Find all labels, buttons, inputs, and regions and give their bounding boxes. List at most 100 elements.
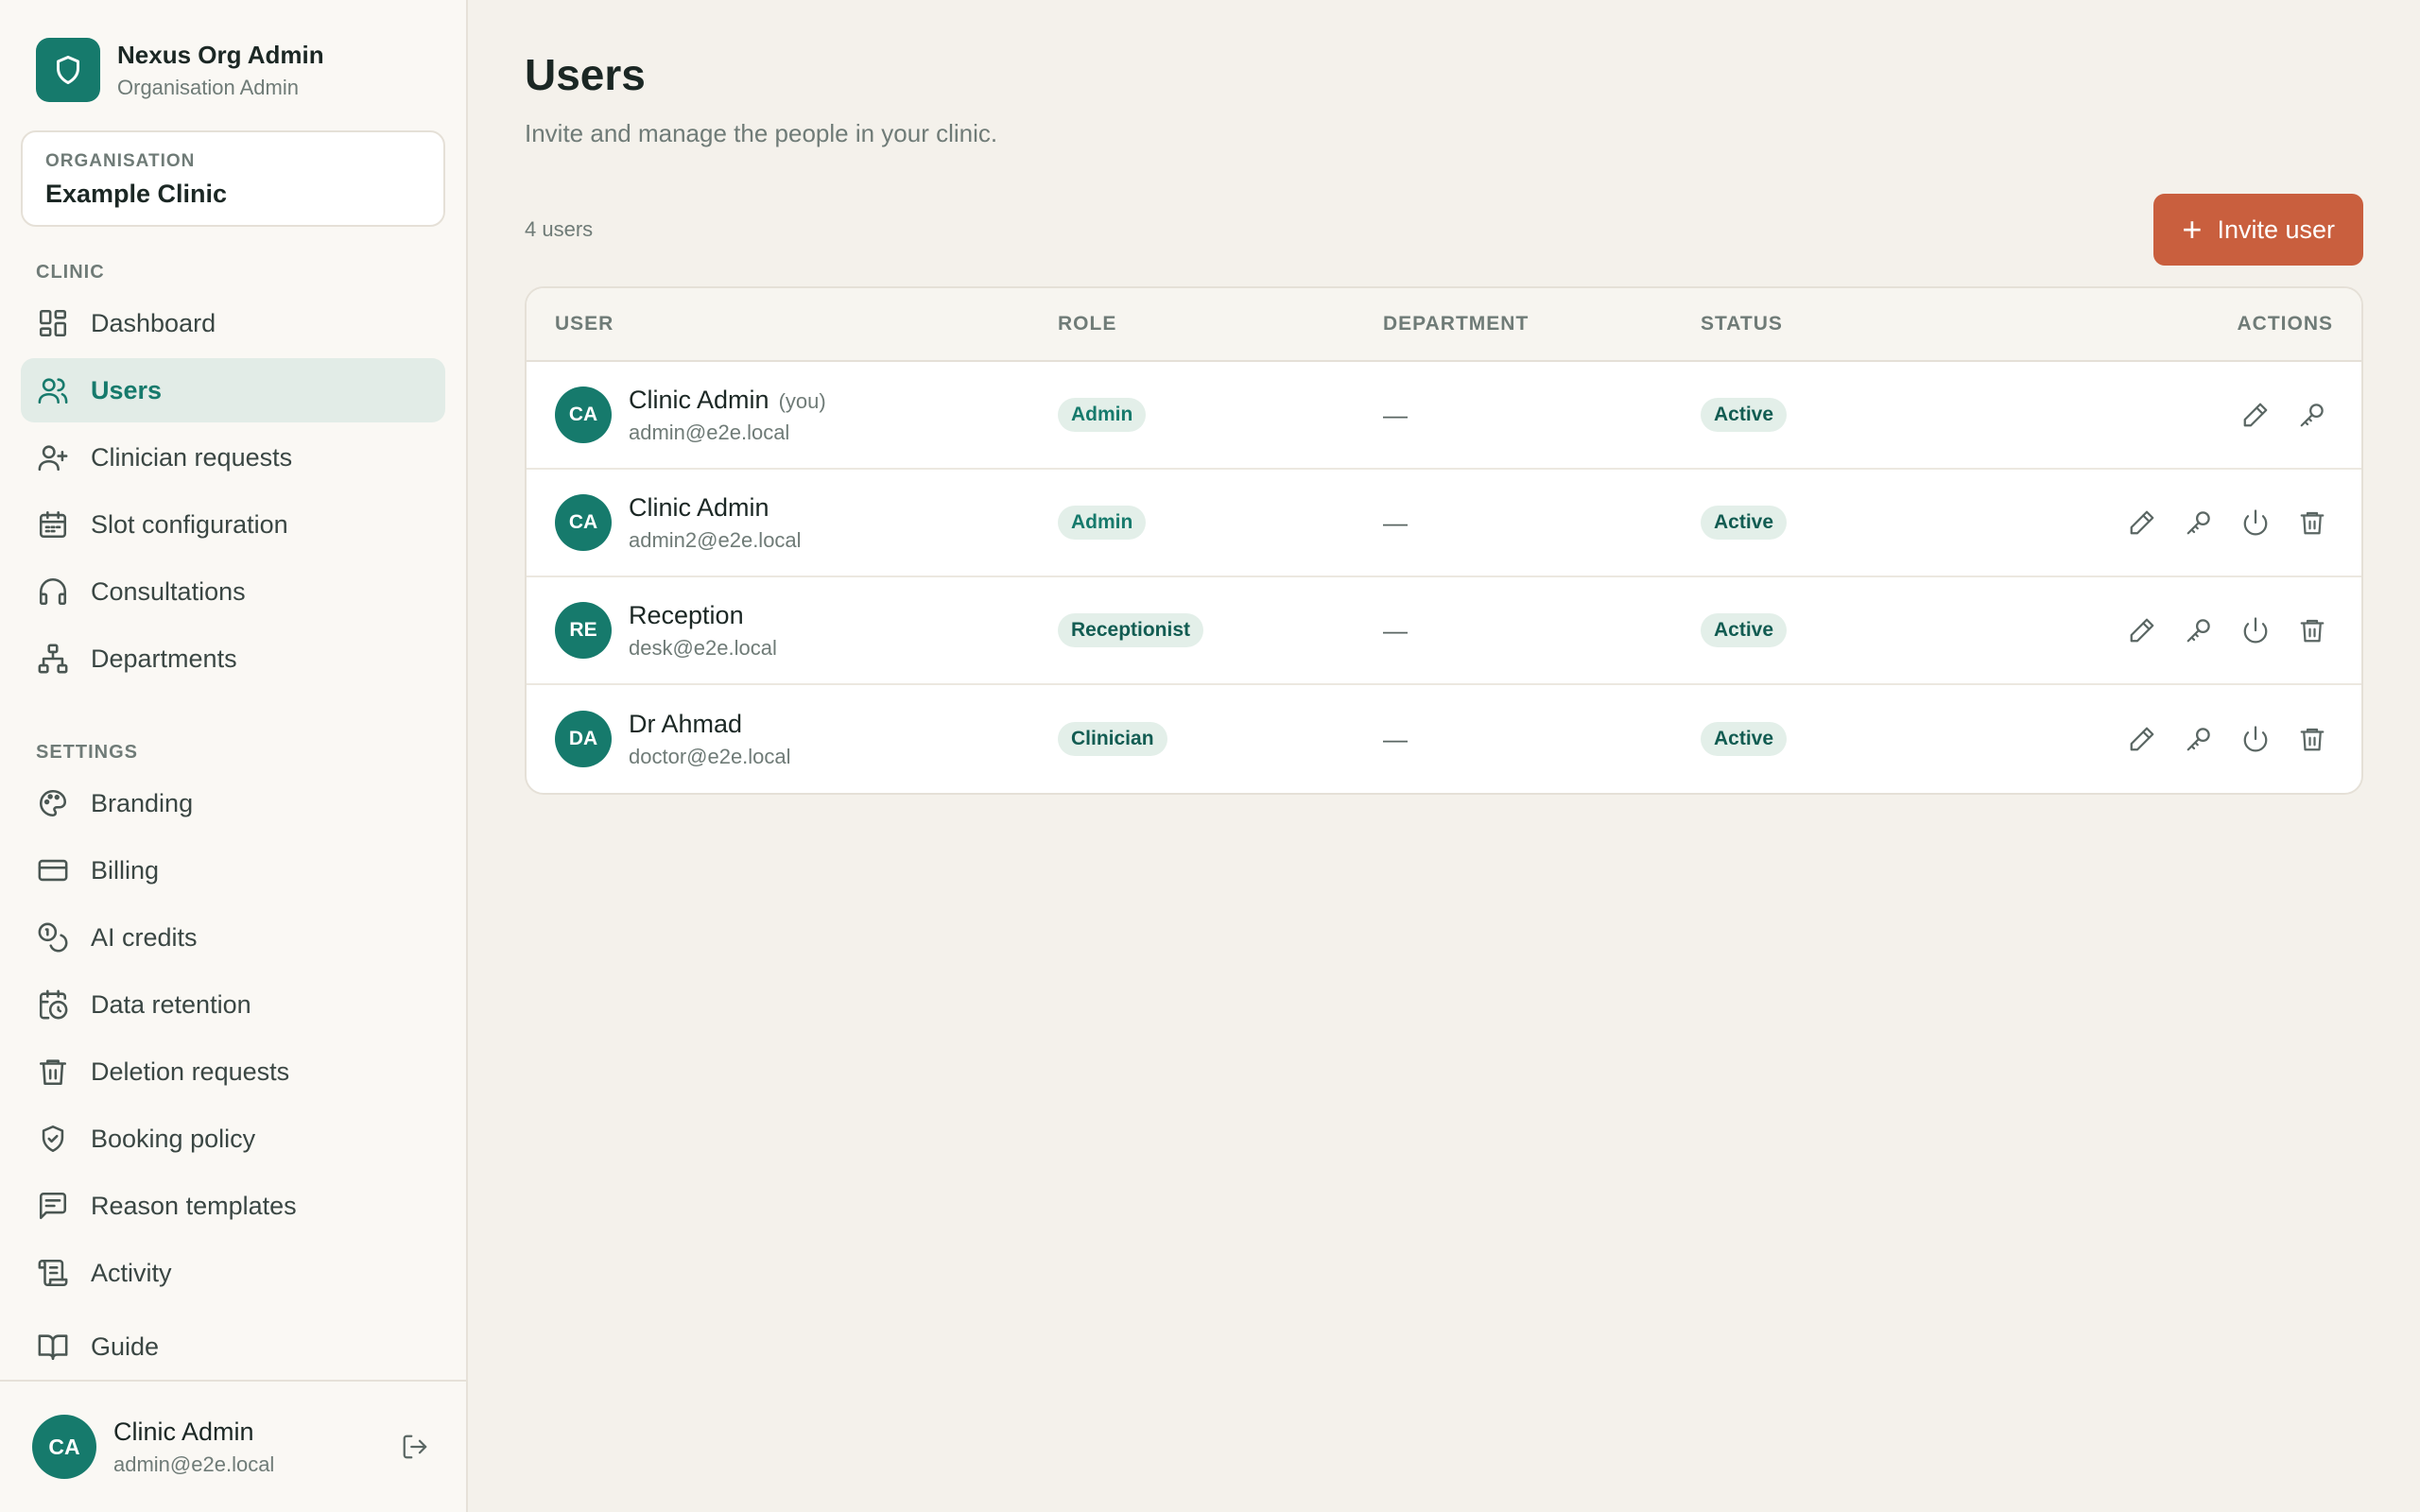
sidebar-item-users[interactable]: Users bbox=[21, 358, 445, 422]
sidebar-item-billing[interactable]: Billing bbox=[21, 838, 445, 902]
current-user-panel: CA Clinic Admin admin@e2e.local bbox=[0, 1380, 466, 1512]
sidebar-item-label: Activity bbox=[91, 1258, 172, 1287]
users-table: USER ROLE DEPARTMENT STATUS ACTIONS CA C… bbox=[525, 286, 2363, 795]
palette-icon bbox=[36, 786, 70, 820]
department-value: — bbox=[1383, 400, 1408, 429]
current-user-email: admin@e2e.local bbox=[113, 1452, 275, 1476]
sidebar-item-clinician-requests[interactable]: Clinician requests bbox=[21, 425, 445, 490]
sidebar-item-label: Reason templates bbox=[91, 1191, 297, 1220]
shield-icon bbox=[36, 38, 100, 102]
column-header-department: DEPARTMENT bbox=[1383, 313, 1530, 335]
key-icon[interactable] bbox=[2178, 502, 2220, 543]
org-chart-icon bbox=[36, 642, 70, 676]
sidebar-item-data-retention[interactable]: Data retention bbox=[21, 972, 445, 1037]
sidebar-item-ai-credits[interactable]: AI credits bbox=[21, 905, 445, 970]
edit-icon[interactable] bbox=[2121, 502, 2163, 543]
sidebar-item-branding[interactable]: Branding bbox=[21, 771, 445, 835]
user-name: Clinic Admin bbox=[629, 492, 769, 522]
sidebar-item-label: Guide bbox=[91, 1332, 160, 1361]
organisation-name: Example Clinic bbox=[45, 180, 228, 208]
dashboard-icon bbox=[36, 306, 70, 340]
sidebar-item-label: Booking policy bbox=[91, 1124, 256, 1153]
edit-icon[interactable] bbox=[2121, 610, 2163, 651]
main-content: Users Invite and manage the people in yo… bbox=[468, 0, 2420, 1512]
sidebar-item-consultations[interactable]: Consultations bbox=[21, 559, 445, 624]
column-header-user: USER bbox=[555, 313, 614, 335]
plus-icon: + bbox=[2182, 210, 2203, 249]
user-email: doctor@e2e.local bbox=[629, 744, 791, 768]
trash-icon bbox=[36, 1055, 70, 1089]
column-header-status: STATUS bbox=[1701, 313, 1783, 335]
brand-subtitle: Organisation Admin bbox=[117, 75, 299, 99]
edit-icon[interactable] bbox=[2235, 394, 2276, 436]
clinic-nav: Dashboard Users Clinician requests Slot … bbox=[0, 291, 466, 694]
role-badge: Receptionist bbox=[1058, 613, 1204, 647]
trash-icon[interactable] bbox=[2291, 502, 2333, 543]
sidebar-item-dashboard[interactable]: Dashboard bbox=[21, 291, 445, 355]
shield-check-icon bbox=[36, 1122, 70, 1156]
message-square-icon bbox=[36, 1189, 70, 1223]
department-value: — bbox=[1383, 615, 1408, 644]
sidebar-item-activity[interactable]: Activity bbox=[21, 1241, 445, 1305]
sidebar-item-departments[interactable]: Departments bbox=[21, 627, 445, 691]
logout-icon[interactable] bbox=[396, 1428, 434, 1466]
coins-icon bbox=[36, 920, 70, 954]
scroll-icon bbox=[36, 1256, 70, 1290]
clinic-section-label: CLINIC bbox=[36, 261, 105, 283]
sidebar-item-label: Dashboard bbox=[91, 308, 216, 337]
headphones-icon bbox=[36, 575, 70, 609]
sidebar-item-booking-policy[interactable]: Booking policy bbox=[21, 1107, 445, 1171]
sidebar-item-label: Branding bbox=[91, 788, 194, 817]
sidebar-item-label: Clinician requests bbox=[91, 442, 293, 472]
sidebar-item-label: Slot configuration bbox=[91, 509, 288, 539]
power-icon[interactable] bbox=[2235, 610, 2276, 651]
page-subtitle: Invite and manage the people in your cli… bbox=[525, 119, 998, 147]
status-badge: Active bbox=[1701, 722, 1788, 756]
sidebar-item-label: Consultations bbox=[91, 576, 246, 606]
table-header: USER ROLE DEPARTMENT STATUS ACTIONS bbox=[527, 288, 2361, 362]
key-icon[interactable] bbox=[2291, 394, 2333, 436]
trash-icon[interactable] bbox=[2291, 610, 2333, 651]
user-email: admin@e2e.local bbox=[629, 420, 790, 444]
sidebar-item-label: Departments bbox=[91, 644, 237, 673]
trash-icon[interactable] bbox=[2291, 718, 2333, 760]
role-badge: Admin bbox=[1058, 398, 1147, 432]
user-plus-icon bbox=[36, 440, 70, 474]
page-title: Users bbox=[525, 50, 646, 99]
organisation-label: ORGANISATION bbox=[45, 151, 196, 171]
role-badge: Admin bbox=[1058, 506, 1147, 540]
sidebar-item-label: Users bbox=[91, 375, 163, 404]
edit-icon[interactable] bbox=[2121, 718, 2163, 760]
calendar-icon bbox=[36, 507, 70, 541]
current-user-name: Clinic Admin bbox=[113, 1417, 254, 1446]
sidebar-item-guide[interactable]: Guide bbox=[21, 1314, 445, 1379]
table-row: RE Reception desk@e2e.local Receptionist… bbox=[527, 577, 2361, 685]
sidebar-item-slot-configuration[interactable]: Slot configuration bbox=[21, 492, 445, 557]
table-row: CA Clinic Admin admin2@e2e.local Admin —… bbox=[527, 470, 2361, 577]
avatar: RE bbox=[555, 602, 612, 659]
key-icon[interactable] bbox=[2178, 718, 2220, 760]
key-icon[interactable] bbox=[2178, 610, 2220, 651]
invite-user-button[interactable]: + Invite user bbox=[2153, 194, 2363, 266]
column-header-role: ROLE bbox=[1058, 313, 1117, 335]
sidebar-item-reason-templates[interactable]: Reason templates bbox=[21, 1174, 445, 1238]
sidebar-item-label: AI credits bbox=[91, 922, 198, 952]
sidebar-item-deletion-requests[interactable]: Deletion requests bbox=[21, 1040, 445, 1104]
settings-section-label: SETTINGS bbox=[36, 741, 139, 763]
brand-title: Nexus Org Admin bbox=[117, 40, 324, 69]
column-header-actions: ACTIONS bbox=[2237, 313, 2333, 335]
brand: Nexus Org Admin Organisation Admin bbox=[0, 0, 466, 104]
organisation-selector[interactable]: ORGANISATION Example Clinic bbox=[21, 130, 445, 227]
credit-card-icon bbox=[36, 853, 70, 887]
user-count: 4 users bbox=[525, 217, 594, 241]
sidebar: Nexus Org Admin Organisation Admin ORGAN… bbox=[0, 0, 468, 1512]
sidebar-item-label: Deletion requests bbox=[91, 1057, 290, 1086]
power-icon[interactable] bbox=[2235, 718, 2276, 760]
table-row: DA Dr Ahmad doctor@e2e.local Clinician —… bbox=[527, 685, 2361, 793]
user-email: admin2@e2e.local bbox=[629, 527, 802, 552]
invite-user-label: Invite user bbox=[2217, 215, 2335, 244]
avatar: DA bbox=[555, 711, 612, 767]
department-value: — bbox=[1383, 507, 1408, 537]
sidebar-item-label: Billing bbox=[91, 855, 160, 885]
power-icon[interactable] bbox=[2235, 502, 2276, 543]
